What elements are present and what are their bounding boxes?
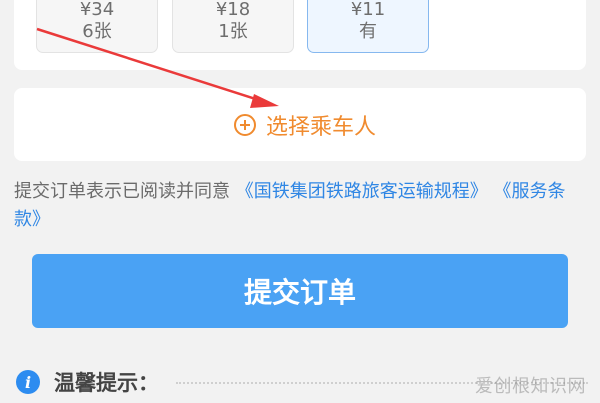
tips-label: 温馨提示： — [54, 371, 159, 395]
select-passenger-button[interactable]: 选择乘车人 — [234, 110, 376, 140]
seat-price: ¥18 — [215, 0, 251, 20]
seat-price: ¥11 — [350, 0, 386, 20]
seat-count: 6张 — [82, 21, 112, 42]
seat-option-3[interactable]: ¥11 有 — [307, 0, 429, 53]
rules-link[interactable]: 《国铁集团铁路旅客运输规程》 — [236, 181, 488, 202]
agreement-prefix: 提交订单表示已阅读并同意 — [14, 181, 230, 202]
agreement-text: 提交订单表示已阅读并同意 《国铁集团铁路旅客运输规程》 《服务条款》 — [14, 178, 586, 234]
plus-circle-icon — [234, 114, 256, 136]
info-icon: i — [16, 370, 40, 394]
seat-option-1[interactable]: ¥34 6张 — [36, 0, 158, 53]
submit-order-button[interactable]: 提交订单 — [32, 254, 568, 328]
tips-section: i 温馨提示： — [16, 368, 159, 396]
seat-option-2[interactable]: ¥18 1张 — [172, 0, 294, 53]
seat-count: 有 — [359, 21, 377, 42]
watermark: 爱创根知识网 — [475, 376, 586, 397]
seat-selection-card: ¥34 6张 ¥18 1张 ¥11 有 — [14, 0, 586, 70]
select-passenger-label: 选择乘车人 — [266, 115, 377, 140]
passenger-card: 选择乘车人 — [14, 88, 586, 161]
seat-count: 1张 — [218, 21, 248, 42]
seat-price: ¥34 — [79, 0, 115, 20]
